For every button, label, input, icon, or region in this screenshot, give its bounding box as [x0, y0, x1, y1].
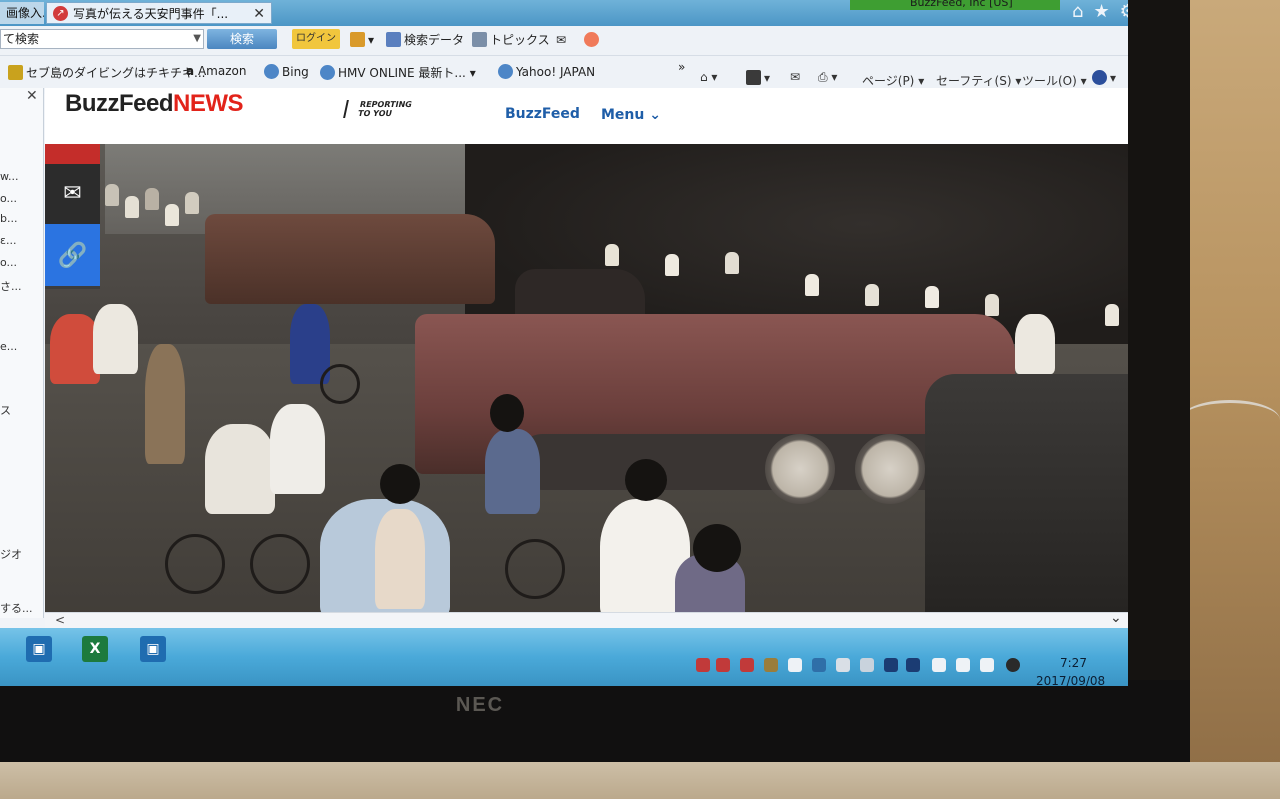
- search-button[interactable]: 検索: [207, 29, 277, 49]
- photo-of-laptop-screen: NEC 画像入... ↗ 写真が伝える天安門事件「... ✕ BuzzFeed,…: [0, 0, 1280, 799]
- pdf-icon[interactable]: [740, 658, 754, 672]
- tray-icon[interactable]: [836, 658, 850, 672]
- site-identity: BuzzFeed, Inc [US]: [910, 0, 1013, 9]
- list-item[interactable]: さ...: [0, 278, 22, 294]
- favorite-link[interactable]: セブ島のダイビングはチキチキ...: [8, 64, 205, 81]
- share-bar: ✉ 🔗: [45, 144, 100, 289]
- list-item[interactable]: ε...: [0, 234, 16, 247]
- weather-icon[interactable]: [584, 31, 602, 49]
- news-icon: [472, 32, 487, 47]
- list-item[interactable]: ス: [0, 402, 11, 418]
- monitor-bezel-bottom: [0, 680, 1190, 770]
- screen: 画像入... ↗ 写真が伝える天安門事件「... ✕ BuzzFeed, Inc…: [0, 0, 1128, 686]
- scroll-down-icon[interactable]: ⌄: [1110, 610, 1122, 626]
- bluetooth-icon[interactable]: [884, 658, 898, 672]
- flag-icon[interactable]: [788, 658, 802, 672]
- tools-menu[interactable]: ツール(O) ▾: [1022, 72, 1087, 89]
- app-icon[interactable]: ▣: [140, 636, 166, 662]
- desk-surface: [0, 762, 1280, 799]
- ie-icon: [320, 65, 335, 80]
- clock-time[interactable]: 7:27: [1060, 656, 1087, 670]
- notification-icon[interactable]: [1006, 658, 1020, 672]
- link-share-icon[interactable]: 🔗: [45, 224, 100, 286]
- browser-tab[interactable]: 画像入...: [0, 2, 44, 24]
- search-value: て検索: [3, 32, 40, 46]
- nav-menu-button[interactable]: Menu ⌄: [601, 107, 661, 123]
- buzzfeed-news-logo[interactable]: BuzzFeedNEWS: [65, 90, 244, 118]
- list-item[interactable]: する...: [0, 600, 33, 616]
- scroll-left-icon[interactable]: <: [55, 613, 65, 627]
- speaker-icon[interactable]: [764, 658, 778, 672]
- chevron-right-icon[interactable]: »: [678, 60, 685, 74]
- browser-tab-active[interactable]: ↗ 写真が伝える天安門事件「... ✕: [46, 2, 272, 24]
- chevron-down-icon[interactable]: ▼: [193, 30, 201, 48]
- search-data-link[interactable]: 検索データ: [386, 31, 464, 49]
- clock-date[interactable]: 2017/09/08: [1036, 674, 1105, 686]
- home-icon[interactable]: ⌂ ▾: [700, 70, 717, 84]
- web-page: BuzzFeedNEWS REPORTING TO YOU BuzzFeed M…: [45, 88, 1128, 628]
- brand-logo: NEC: [455, 694, 505, 716]
- read-mail-icon[interactable]: ✉: [790, 70, 800, 84]
- favorite-icon: [8, 65, 23, 80]
- search-toolbar: て検索 ▼ 検索 ログイン ▾ 検索データ トピックス ✉: [0, 26, 1128, 56]
- dropbox-icon[interactable]: [906, 658, 920, 672]
- tab-bar: 画像入... ↗ 写真が伝える天安門事件「... ✕ BuzzFeed, Inc…: [0, 0, 1128, 26]
- burned-truck: [925, 374, 1128, 614]
- close-icon[interactable]: ✕: [26, 88, 38, 104]
- mail-icon[interactable]: ✉: [556, 31, 566, 49]
- tray-icon[interactable]: [812, 658, 826, 672]
- list-item[interactable]: b...: [0, 212, 17, 225]
- safety-menu[interactable]: セーフティ(S) ▾: [936, 72, 1021, 89]
- shield-icon[interactable]: ▾: [350, 31, 374, 49]
- cable: [1180, 400, 1280, 440]
- ie-icon: [498, 64, 513, 79]
- print-icon[interactable]: ⎙ ▾: [818, 70, 837, 85]
- help-icon[interactable]: ▾: [1092, 70, 1116, 85]
- list-item[interactable]: o...: [0, 256, 17, 269]
- tray-icon[interactable]: [860, 658, 874, 672]
- favorite-link[interactable]: Bing: [264, 64, 309, 79]
- excel-icon[interactable]: X: [82, 636, 108, 662]
- list-item[interactable]: w...: [0, 170, 18, 183]
- search-input[interactable]: て検索 ▼: [0, 29, 204, 49]
- photos-app-icon[interactable]: ▣: [26, 636, 52, 662]
- login-button[interactable]: ログイン: [292, 29, 340, 49]
- taskbar: ▣ X ▣ 7:27 2017/09/08: [0, 628, 1128, 686]
- list-item[interactable]: ジオ: [0, 546, 22, 562]
- chart-icon: [386, 32, 401, 47]
- burned-vehicle: [205, 214, 495, 304]
- star-icon[interactable]: ★: [1093, 1, 1119, 22]
- site-favicon-icon: ↗: [53, 6, 68, 21]
- article-photo: [45, 144, 1128, 616]
- home-icon[interactable]: ⌂: [1072, 1, 1093, 22]
- page-menu[interactable]: ページ(P) ▾: [862, 72, 924, 89]
- pdf-icon[interactable]: [716, 658, 730, 672]
- amazon-icon: a: [186, 64, 195, 78]
- email-share-icon[interactable]: ✉: [45, 164, 100, 224]
- battery-icon[interactable]: [932, 658, 946, 672]
- gear-icon[interactable]: ⚙: [1120, 1, 1128, 22]
- favorite-link[interactable]: a Amazon: [186, 64, 246, 78]
- ie-icon: [264, 64, 279, 79]
- side-panel: ✕ w... o... b... ε... o... さ... e... ス ジ…: [0, 88, 44, 618]
- rss-icon[interactable]: ▾: [746, 70, 770, 85]
- favorite-link[interactable]: HMV ONLINE 最新ト... ▾: [320, 64, 476, 81]
- tray-icon[interactable]: [696, 658, 710, 672]
- volume-icon[interactable]: [980, 658, 994, 672]
- list-item[interactable]: e...: [0, 340, 17, 353]
- topics-link[interactable]: トピックス: [472, 31, 550, 49]
- monitor-bezel-right: [1128, 0, 1190, 720]
- tab-title: 写真が伝える天安門事件「...: [73, 7, 229, 21]
- nav-link-buzzfeed[interactable]: BuzzFeed: [505, 106, 580, 122]
- tagline: REPORTING TO YOU: [343, 100, 413, 118]
- list-item[interactable]: o...: [0, 192, 17, 205]
- window-action-icons: ⌂★⚙: [1072, 1, 1128, 22]
- signal-icon[interactable]: [956, 658, 970, 672]
- close-tab-icon[interactable]: ✕: [253, 3, 265, 23]
- favorite-link[interactable]: Yahoo! JAPAN: [498, 64, 595, 79]
